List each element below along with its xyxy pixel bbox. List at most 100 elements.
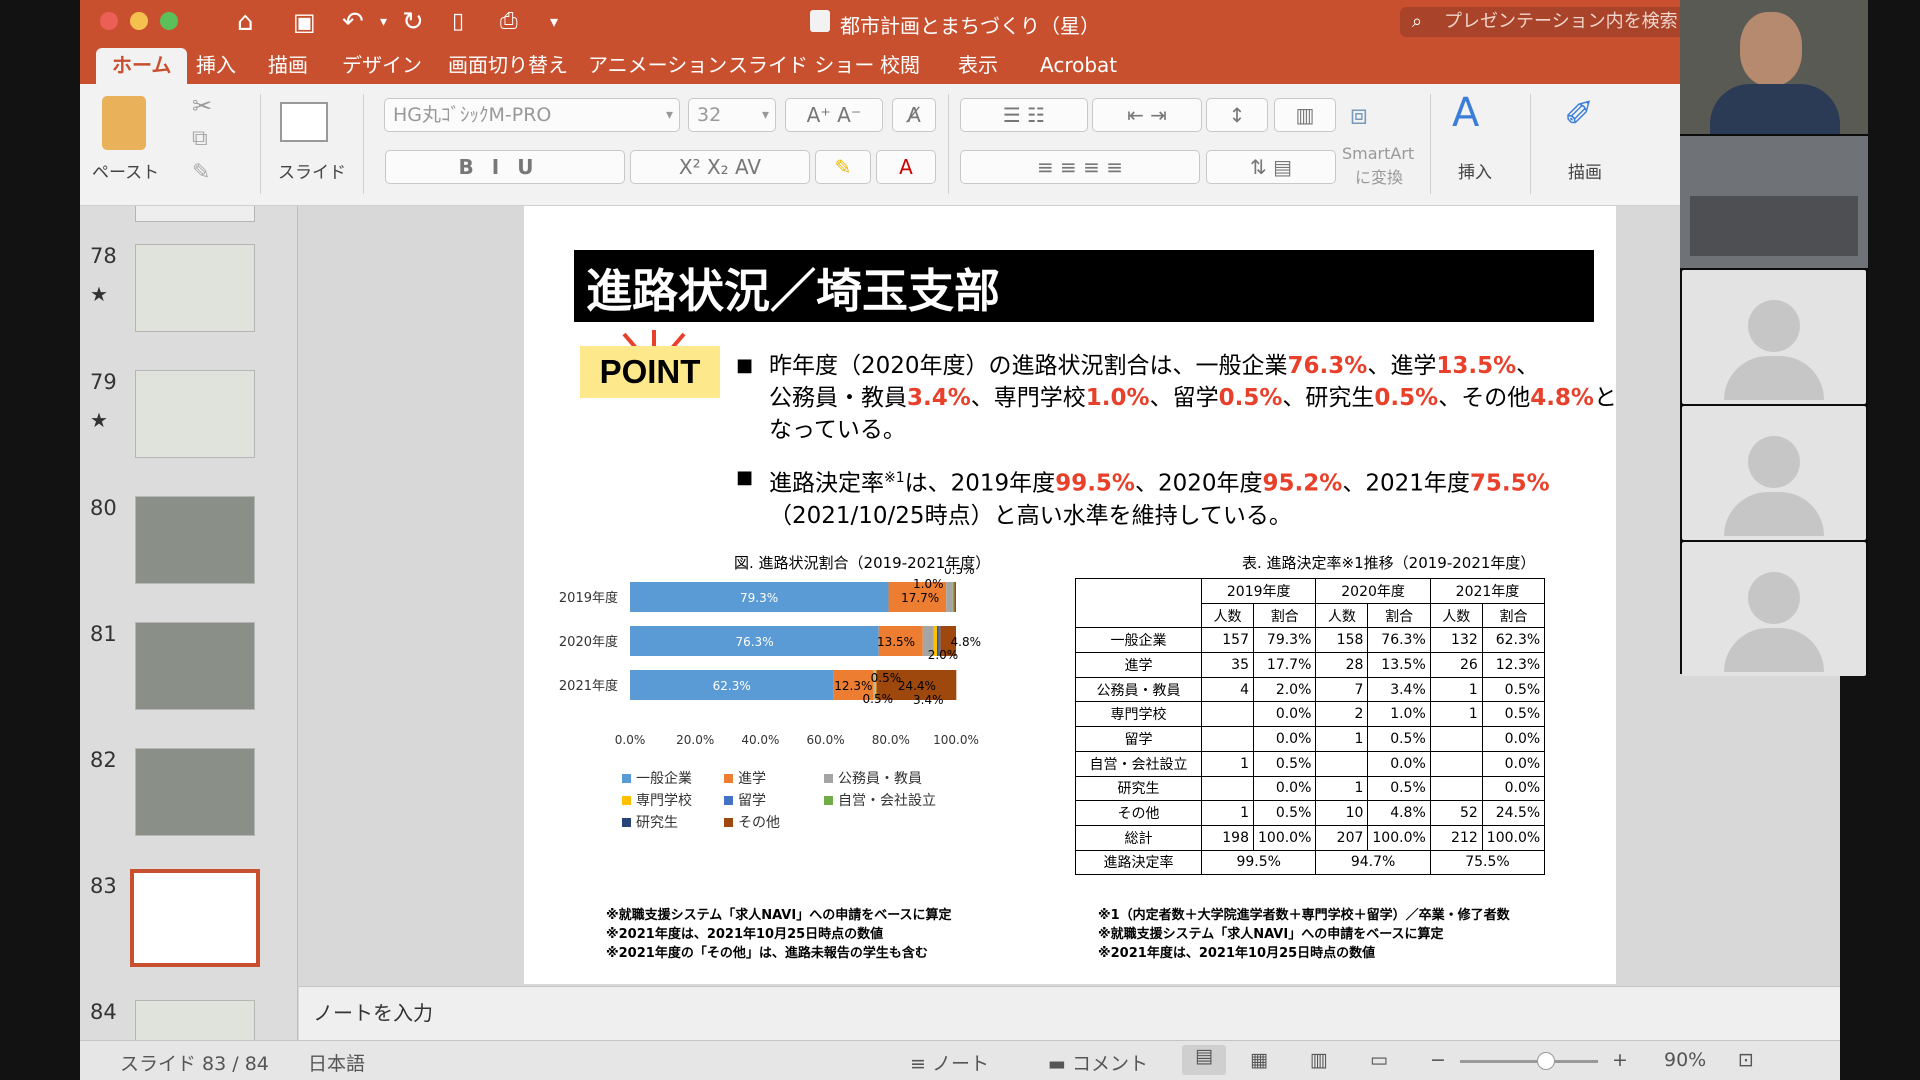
- fit-to-window-icon[interactable]: ⊡: [1738, 1049, 1754, 1071]
- redo-icon[interactable]: ↻: [402, 6, 424, 38]
- tab-8[interactable]: 表示: [942, 48, 1014, 84]
- tab-3[interactable]: デザイン: [326, 48, 438, 84]
- alignment-buttons[interactable]: ≡ ≡ ≡ ≡: [960, 150, 1200, 184]
- data-label: 62.3%: [713, 679, 751, 693]
- format-painter-icon[interactable]: ✎: [192, 160, 210, 185]
- table-cell: 13.5%: [1367, 652, 1431, 678]
- slide[interactable]: 進路状況／埼玉支部 POINT ■ 昨年度（2020年度）の進路状況割合は、一般…: [524, 206, 1617, 984]
- notes-toggle[interactable]: ≡ ノート: [910, 1049, 989, 1076]
- ribbon-separator: [1430, 94, 1431, 194]
- font-name-field[interactable]: HG丸ｺﾞｼｯｸM-PRO ▾: [384, 98, 680, 132]
- copy-icon[interactable]: ⧉: [192, 126, 208, 151]
- draw-icon[interactable]: ✐: [1564, 94, 1594, 135]
- data-label: 4.8%: [951, 635, 982, 649]
- data-label: 2.0%: [928, 648, 959, 662]
- table-cell: 0.0%: [1252, 726, 1317, 752]
- zoom-slider-thumb[interactable]: [1536, 1052, 1555, 1070]
- bullet-segment: 公務員・教員: [769, 385, 907, 411]
- columns-icon[interactable]: ▥: [1274, 98, 1336, 132]
- slideshow-icon[interactable]: ▭: [1370, 1049, 1388, 1071]
- new-document-icon[interactable]: ▯: [452, 6, 464, 38]
- insert-button[interactable]: 挿入: [1458, 158, 1492, 183]
- slide-thumbnail-pane[interactable]: 78 ★ 79 ★ 80 81 82 83 84: [80, 206, 298, 1040]
- slide-thumbnail-79[interactable]: [135, 370, 255, 458]
- highlight-color-icon[interactable]: ✎: [815, 150, 871, 184]
- zoom-out-icon[interactable]: −: [1430, 1049, 1446, 1071]
- customize-toolbar-icon[interactable]: ▾: [550, 6, 558, 38]
- table-cell: [1201, 775, 1254, 802]
- print-icon[interactable]: ⎙: [500, 6, 518, 38]
- star-icon: ★: [90, 282, 108, 306]
- new-slide-icon[interactable]: [280, 102, 328, 142]
- zoom-slider-track[interactable]: [1460, 1060, 1598, 1063]
- clear-format-icon[interactable]: A̸: [892, 98, 936, 132]
- table-cell: 1.0%: [1367, 701, 1431, 728]
- reading-view-icon[interactable]: ▥: [1310, 1049, 1328, 1071]
- bullet-square-icon: ■: [736, 467, 754, 488]
- slide-thumbnail-83[interactable]: [130, 869, 260, 967]
- search-field[interactable]: ⌕ プレゼンテーション内を検索: [1400, 7, 1700, 37]
- draw-button[interactable]: 描画: [1568, 158, 1602, 183]
- zoom-level[interactable]: 90%: [1664, 1049, 1706, 1071]
- table-cell: 212: [1429, 824, 1483, 851]
- insert-shape-icon[interactable]: A: [1452, 90, 1479, 136]
- paste-icon[interactable]: [102, 96, 146, 150]
- close-window-button[interactable]: [100, 12, 118, 30]
- minimize-window-button[interactable]: [130, 12, 148, 30]
- smartart-icon[interactable]: ⧈: [1350, 98, 1368, 132]
- font-color-icon[interactable]: A: [876, 150, 936, 184]
- avatar-body: [1724, 356, 1824, 400]
- comments-toggle[interactable]: ▬ コメント: [1048, 1049, 1148, 1076]
- avatar-icon: [1748, 572, 1800, 624]
- tab-2[interactable]: 描画: [252, 48, 324, 84]
- normal-view-icon[interactable]: ▤: [1182, 1045, 1226, 1075]
- home-icon[interactable]: ⌂: [237, 6, 254, 38]
- tab-9[interactable]: Acrobat: [1024, 48, 1133, 84]
- data-label: 24.4%: [898, 679, 936, 693]
- font-effects-buttons[interactable]: X² X₂ AV: [630, 150, 810, 184]
- maximize-window-button[interactable]: [160, 12, 178, 30]
- legend-label: 公務員・教員: [838, 771, 922, 787]
- slide-sorter-icon[interactable]: ▦: [1250, 1049, 1268, 1071]
- status-bar: スライド 83 / 84 日本語 ≡ ノート ▬ コメント ▤ ▦ ▥ ▭ − …: [80, 1040, 1840, 1080]
- tab-4[interactable]: 画面切り替え: [432, 48, 584, 84]
- indent-buttons[interactable]: ⇤ ⇥: [1092, 98, 1202, 132]
- table-cell: 0.0%: [1252, 701, 1317, 728]
- language-indicator[interactable]: 日本語: [308, 1049, 365, 1076]
- undo-icon[interactable]: ↶: [342, 6, 364, 38]
- participant-tile[interactable]: [1682, 406, 1866, 540]
- footnote: ※2021年度の「その他」は、進路未報告の学生も含む: [606, 946, 928, 961]
- table-cell: 0.5%: [1481, 676, 1546, 703]
- line-spacing-icon[interactable]: ↕: [1206, 98, 1268, 132]
- new-slide-button[interactable]: スライド: [278, 158, 346, 183]
- font-style-buttons[interactable]: BIU: [385, 150, 625, 184]
- tab-1[interactable]: 挿入: [180, 48, 252, 84]
- tab-7[interactable]: 校閲: [864, 48, 936, 84]
- list-buttons[interactable]: ☰ ☷: [960, 98, 1088, 132]
- notes-input[interactable]: ノートを入力: [299, 986, 1840, 1040]
- slide-thumbnail-78[interactable]: [135, 244, 255, 332]
- slide-thumbnail-80[interactable]: [135, 496, 255, 584]
- participant-video[interactable]: [1680, 0, 1868, 134]
- font-size-field[interactable]: 32 ▾: [688, 98, 776, 132]
- save-icon[interactable]: ▣: [293, 6, 316, 38]
- cut-icon[interactable]: ✂: [192, 92, 212, 120]
- zoom-in-icon[interactable]: +: [1612, 1049, 1628, 1071]
- smartart-label-1[interactable]: SmartArt: [1342, 144, 1414, 163]
- classroom-video[interactable]: [1680, 136, 1868, 268]
- table-caption: 表. 進路決定率※1推移（2019-2021年度）: [1242, 554, 1536, 572]
- smartart-label-2[interactable]: に変換: [1355, 164, 1403, 188]
- footnote: ※2021年度は、2021年10月25日時点の数値: [606, 927, 884, 942]
- text-direction-icon[interactable]: ⇅ ▤: [1206, 150, 1336, 184]
- slide-thumbnail-81[interactable]: [135, 622, 255, 710]
- slide-thumbnail-84[interactable]: [135, 1000, 255, 1040]
- font-size-buttons[interactable]: A⁺ A⁻: [785, 98, 883, 132]
- legend-item: その他: [724, 812, 780, 832]
- slide-thumbnail-82[interactable]: [135, 748, 255, 836]
- participant-tile[interactable]: [1682, 542, 1866, 676]
- paste-button[interactable]: ペースト: [92, 158, 159, 183]
- undo-dropdown-icon[interactable]: ▾: [380, 6, 387, 38]
- participant-tile[interactable]: [1682, 270, 1866, 404]
- slide-thumbnail[interactable]: [135, 206, 255, 222]
- tab-0[interactable]: ホーム: [96, 48, 188, 84]
